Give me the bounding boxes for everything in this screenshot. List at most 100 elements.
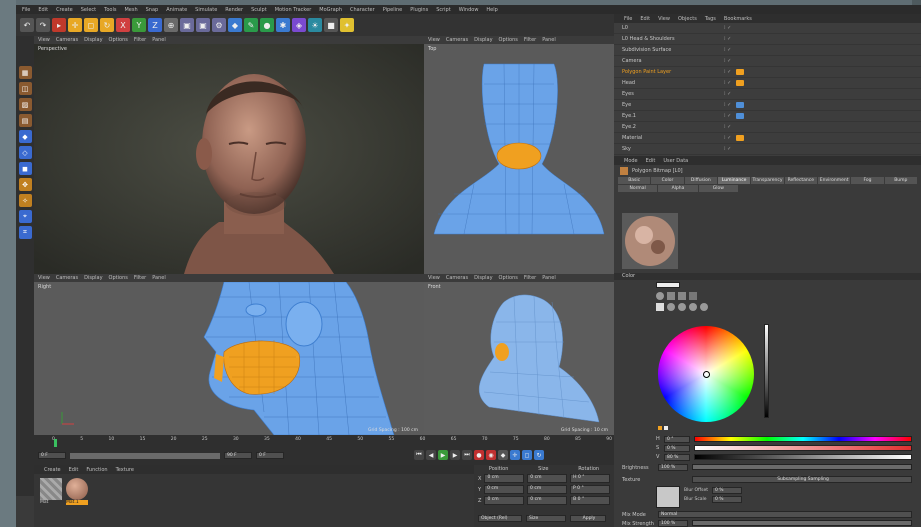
spline-icon[interactable]: ✎ xyxy=(244,18,258,32)
channel-field[interactable]: 0 % xyxy=(664,445,690,452)
viewport-menu-item[interactable]: View xyxy=(38,37,50,43)
object-row[interactable]: Eye ⁞ ✓ xyxy=(614,100,921,111)
attribute-tab[interactable]: Normal xyxy=(618,185,658,192)
brightness-field[interactable]: 100 % xyxy=(658,464,688,471)
pos-field[interactable]: 0 cm xyxy=(484,496,525,505)
menu-item[interactable]: MoGraph xyxy=(319,7,342,13)
menu-item[interactable]: Snap xyxy=(146,7,159,13)
spectrum-mode-icon[interactable] xyxy=(667,292,675,300)
viewport-front[interactable]: View Cameras Display Options Filter Panel Fro… xyxy=(424,274,614,435)
coordinate-mode-dropdown[interactable]: Object (Rel) xyxy=(478,515,522,522)
viewport-menu-item[interactable]: Display xyxy=(84,37,102,43)
object-row[interactable]: Material ⁞ ✓ xyxy=(614,133,921,144)
size-mode-dropdown[interactable]: Size xyxy=(526,515,566,522)
image-mode-icon[interactable] xyxy=(678,292,686,300)
object-row[interactable]: Camera ⁞ ✓ xyxy=(614,56,921,67)
render-view-icon[interactable]: ▣ xyxy=(180,18,194,32)
cube-icon[interactable]: ◆ xyxy=(228,18,242,32)
visibility-dots[interactable]: ⁞ ✓ xyxy=(724,36,731,42)
viewport-menu-item[interactable]: Display xyxy=(84,275,102,281)
attribute-tab[interactable]: Transparency xyxy=(751,177,784,184)
menu-item[interactable]: Render xyxy=(225,7,243,13)
scene-icon[interactable]: ☀ xyxy=(308,18,322,32)
menu-item[interactable]: Motion Tracker xyxy=(275,7,312,13)
viewport-menu-item[interactable]: View xyxy=(38,275,50,281)
model-mode-icon[interactable]: ◫ xyxy=(18,82,32,95)
tweak-icon[interactable]: ✧ xyxy=(18,194,32,207)
workplane-lock-icon[interactable]: ⌗ xyxy=(18,226,32,239)
viewport-menu-item[interactable]: Panel xyxy=(542,275,556,281)
material-menu-item[interactable]: Edit xyxy=(69,467,79,473)
material-menu-item[interactable]: Create xyxy=(44,467,61,473)
menu-item[interactable]: Simulate xyxy=(195,7,217,13)
attribute-tab[interactable]: Bump xyxy=(884,177,917,184)
visibility-dots[interactable]: ⁞ ✓ xyxy=(724,58,731,64)
move-icon[interactable]: ✛ xyxy=(68,18,82,32)
blur-offset-field[interactable]: 0 % xyxy=(712,487,742,494)
channel-slider[interactable] xyxy=(694,454,912,460)
start-frame-field[interactable]: 0 F xyxy=(38,452,66,459)
end-frame-field[interactable]: 90 F xyxy=(224,452,252,459)
visibility-dots[interactable]: ⁞ ✓ xyxy=(724,146,731,152)
rot-field[interactable]: P 0 ° xyxy=(570,485,611,494)
viewport-menu-item[interactable]: Filter xyxy=(134,37,146,43)
deformer-icon[interactable]: ◈ xyxy=(292,18,306,32)
viewport-menu-item[interactable]: Panel xyxy=(152,275,166,281)
attribute-tab[interactable]: Reflectance xyxy=(784,177,817,184)
mix-mode-dropdown[interactable]: Normal xyxy=(658,511,912,518)
polygons-mode-icon[interactable]: ◼ xyxy=(18,162,32,175)
texture-mode-icon[interactable]: ▨ xyxy=(18,98,32,111)
visibility-dots[interactable]: ⁞ ✓ xyxy=(724,91,731,97)
autokey-icon[interactable]: ◉ xyxy=(486,450,496,460)
viewport-menu-item[interactable]: Options xyxy=(499,275,518,281)
light-icon[interactable]: ✦ xyxy=(340,18,354,32)
viewport-menu-item[interactable]: Panel xyxy=(152,37,166,43)
keyframe-selection-icon[interactable]: ◆ xyxy=(498,450,508,460)
texture-tag-icon[interactable] xyxy=(736,102,744,108)
coordinate-system-icon[interactable]: ⊕ xyxy=(164,18,178,32)
viewport-menu-item[interactable]: Display xyxy=(474,275,492,281)
edges-mode-icon[interactable]: ◇ xyxy=(18,146,32,159)
viewport-perspective[interactable]: View Cameras Display Options Filter Panel xyxy=(34,36,424,274)
visibility-dots[interactable]: ⁞ ✓ xyxy=(724,80,731,86)
camera-icon[interactable]: ■ xyxy=(324,18,338,32)
render-settings-icon[interactable]: ⚙ xyxy=(212,18,226,32)
brightness-slider[interactable] xyxy=(692,464,912,470)
attribute-tab[interactable]: Basic xyxy=(618,177,651,184)
menu-item[interactable]: Sculpt xyxy=(251,7,267,13)
attribute-menu-item[interactable]: Edit xyxy=(646,158,656,164)
sampling-dropdown[interactable]: Subsampling Sampling xyxy=(692,476,912,483)
texture-tag-icon[interactable] xyxy=(736,113,744,119)
blur-scale-field[interactable]: 0 % xyxy=(712,496,742,503)
visibility-dots[interactable]: ⁞ ✓ xyxy=(724,135,731,141)
object-menu-item[interactable]: Bookmarks xyxy=(724,16,752,22)
material-thumb-1[interactable]: Mat xyxy=(40,478,62,505)
menu-item[interactable]: Select xyxy=(81,7,96,13)
object-row[interactable]: Polygon Paint Layer ⁞ ✓ xyxy=(614,67,921,78)
menu-item[interactable]: Animate xyxy=(166,7,187,13)
material-menu-item[interactable]: Texture xyxy=(116,467,134,473)
viewport-menu-item[interactable]: Options xyxy=(109,275,128,281)
object-row[interactable]: Head ⁞ ✓ xyxy=(614,78,921,89)
attribute-menu-item[interactable]: Mode xyxy=(624,158,638,164)
color-swatch[interactable] xyxy=(656,282,680,288)
viewport-menu-item[interactable]: Cameras xyxy=(446,275,468,281)
object-menu-item[interactable]: Objects xyxy=(678,16,697,22)
material-tag-icon[interactable] xyxy=(736,80,744,86)
visibility-dots[interactable]: ⁞ ✓ xyxy=(724,25,731,31)
menu-item[interactable]: Help xyxy=(486,7,497,13)
array-icon[interactable]: ✱ xyxy=(276,18,290,32)
viewport-menu-item[interactable]: Filter xyxy=(524,275,536,281)
object-menu-item[interactable]: Tags xyxy=(705,16,716,22)
nurbs-icon[interactable]: ● xyxy=(260,18,274,32)
rot-field[interactable]: H 0 ° xyxy=(570,474,611,483)
menu-item[interactable]: Plugins xyxy=(410,7,428,13)
render-picture-viewer-icon[interactable]: ▣ xyxy=(196,18,210,32)
viewport-menu-item[interactable]: Panel xyxy=(542,37,556,43)
object-row[interactable]: Sky ⁞ ✓ xyxy=(614,144,921,155)
mixer-mode-icon[interactable] xyxy=(689,292,697,300)
mix-strength-field[interactable]: 100 % xyxy=(658,520,688,527)
material-tag-icon[interactable] xyxy=(736,69,744,75)
viewport-top[interactable]: View Cameras Display Options Filter Panel Top xyxy=(424,36,614,274)
color-wheel[interactable] xyxy=(658,326,754,422)
